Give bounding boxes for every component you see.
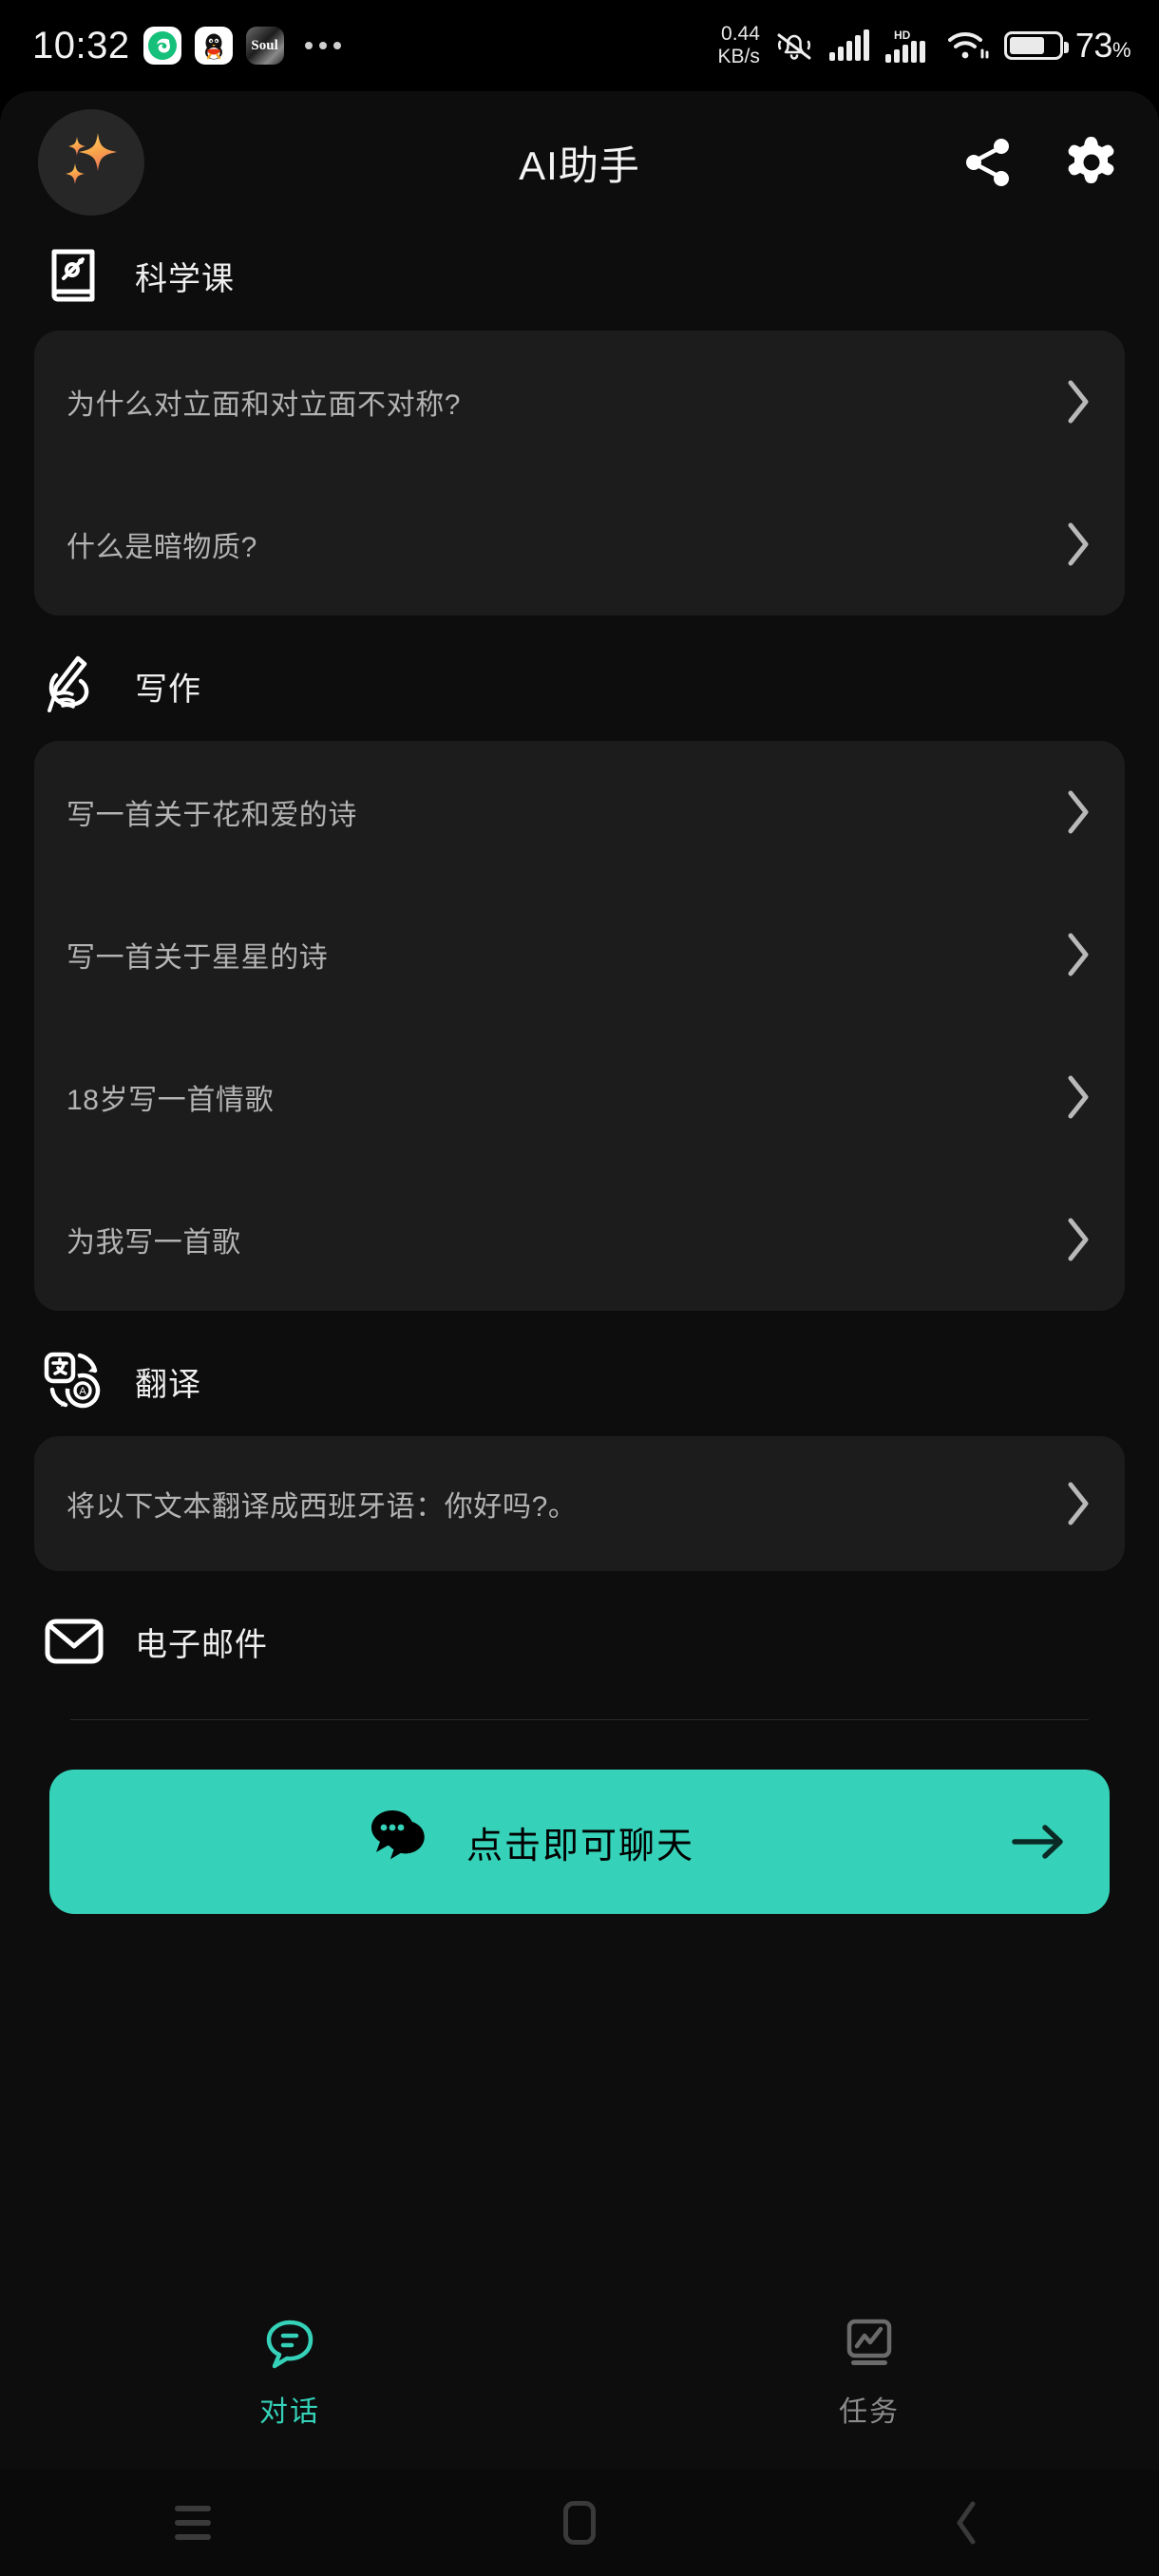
tab-tasks[interactable]: 任务 <box>580 2314 1159 2430</box>
status-time: 10:32 <box>32 24 130 66</box>
sparkles-avatar-icon[interactable] <box>38 109 144 216</box>
chat-bubble-lines-icon <box>266 2320 314 2369</box>
chevron-right-icon <box>1068 522 1089 566</box>
content-scroll-area[interactable]: 科学课 为什么对立面和对立面不对称? 什么是暗物质? 写作 写一首关于花和爱的诗… <box>0 91 1159 2470</box>
status-bar: 10:32 Soul 0.44 KB/s HD 73% <box>0 0 1159 91</box>
chat-bubbles-icon <box>370 1810 425 1860</box>
soul-app-icon: Soul <box>245 27 284 65</box>
hand-writing-icon <box>40 652 108 720</box>
chevron-right-icon <box>1068 1482 1089 1525</box>
section-label: 科学课 <box>135 260 235 297</box>
battery-percent: 73% <box>1074 26 1131 65</box>
gear-icon[interactable] <box>1062 133 1121 192</box>
section-header-writing: 写作 <box>0 652 1159 720</box>
wifi-icon <box>947 32 989 59</box>
task-chart-icon <box>846 2319 892 2365</box>
suggestion-row[interactable]: 将以下文本翻译成西班牙语：你好吗?。 <box>34 1436 1125 1571</box>
recents-lines-icon <box>175 2506 212 2540</box>
chevron-right-icon <box>1068 1075 1089 1119</box>
tab-label: 对话 <box>259 2396 320 2428</box>
qq-penguin-app-icon <box>194 27 233 65</box>
back-chevron-icon <box>957 2501 976 2545</box>
back-button[interactable] <box>772 2498 1159 2548</box>
section-header-email: 电子邮件 <box>0 1607 1159 1676</box>
home-square-icon <box>563 2501 596 2545</box>
signal-bars-icon <box>828 29 869 61</box>
network-speed: 0.44 KB/s <box>718 23 760 68</box>
tab-conversation[interactable]: 对话 <box>0 2314 580 2430</box>
app-header: AI助手 <box>0 91 1159 234</box>
chevron-right-icon <box>1068 1218 1089 1261</box>
suggestion-text: 18岁写一首情歌 <box>66 1085 275 1116</box>
suggestion-row[interactable]: 为什么对立面和对立面不对称? <box>34 331 1125 473</box>
svg-text:HD: HD <box>894 28 911 42</box>
section-card-writing: 写一首关于花和爱的诗 写一首关于星星的诗 18岁写一首情歌 为我写一首歌 <box>34 741 1125 1311</box>
hd-signal-bars-icon: HD <box>884 28 925 63</box>
section-header-translate: A 翻译 <box>0 1347 1159 1415</box>
green-swirl-app-icon <box>142 27 181 65</box>
translate-icon: A <box>40 1347 108 1415</box>
svg-text:A: A <box>79 1386 86 1397</box>
home-button[interactable] <box>387 2501 773 2545</box>
suggestion-text: 什么是暗物质? <box>66 532 257 563</box>
suggestion-text: 写一首关于星星的诗 <box>66 942 329 974</box>
section-header-science: 科学课 <box>0 241 1159 310</box>
network-speed-value: 0.44 <box>721 23 760 45</box>
app-container: 科学课 为什么对立面和对立面不对称? 什么是暗物质? 写作 写一首关于花和爱的诗… <box>0 91 1159 2470</box>
suggestion-row[interactable]: 什么是暗物质? <box>34 473 1125 616</box>
status-bar-right: 0.44 KB/s HD 73% <box>718 23 1131 68</box>
section-label: 电子邮件 <box>135 1626 268 1663</box>
header-actions <box>960 133 1121 192</box>
bell-muted-icon <box>777 33 811 60</box>
suggestion-row[interactable]: 为我写一首歌 <box>34 1168 1125 1311</box>
suggestion-row[interactable]: 写一首关于星星的诗 <box>34 883 1125 1026</box>
section-label: 写作 <box>135 671 201 708</box>
battery-icon <box>1003 31 1069 60</box>
section-card-science: 为什么对立面和对立面不对称? 什么是暗物质? <box>34 331 1125 616</box>
start-chat-button[interactable]: 点击即可聊天 <box>49 1770 1110 1914</box>
network-speed-unit: KB/s <box>717 46 760 67</box>
suggestion-text: 写一首关于花和爱的诗 <box>66 800 357 831</box>
arrow-right-icon <box>1012 1825 1063 1859</box>
soul-app-label: Soul <box>251 37 278 53</box>
envelope-icon <box>40 1607 108 1676</box>
status-bar-left: 10:32 Soul <box>32 25 341 67</box>
recents-button[interactable] <box>0 2506 387 2540</box>
suggestion-row[interactable]: 写一首关于花和爱的诗 <box>34 741 1125 883</box>
suggestion-row[interactable]: 18岁写一首情歌 <box>34 1026 1125 1168</box>
section-card-translate: 将以下文本翻译成西班牙语：你好吗?。 <box>34 1436 1125 1571</box>
bottom-tab-bar: 对话 任务 <box>0 2289 1159 2470</box>
section-label: 翻译 <box>135 1366 201 1403</box>
suggestion-text: 为我写一首歌 <box>66 1227 241 1259</box>
section-divider <box>70 1719 1089 1720</box>
chevron-right-icon <box>1068 790 1089 834</box>
status-overflow-dots-icon <box>304 42 341 49</box>
android-nav-bar <box>0 2470 1159 2576</box>
science-book-icon <box>40 241 108 310</box>
chevron-right-icon <box>1068 933 1089 976</box>
chevron-right-icon <box>1068 380 1089 424</box>
share-icon[interactable] <box>960 134 1016 191</box>
suggestion-text: 将以下文本翻译成西班牙语：你好吗?。 <box>66 1491 578 1523</box>
start-chat-label: 点击即可聊天 <box>466 1826 694 1866</box>
start-chat-button-content: 点击即可聊天 <box>49 1803 1009 1881</box>
suggestion-text: 为什么对立面和对立面不对称? <box>66 389 462 421</box>
tab-label: 任务 <box>839 2396 900 2428</box>
